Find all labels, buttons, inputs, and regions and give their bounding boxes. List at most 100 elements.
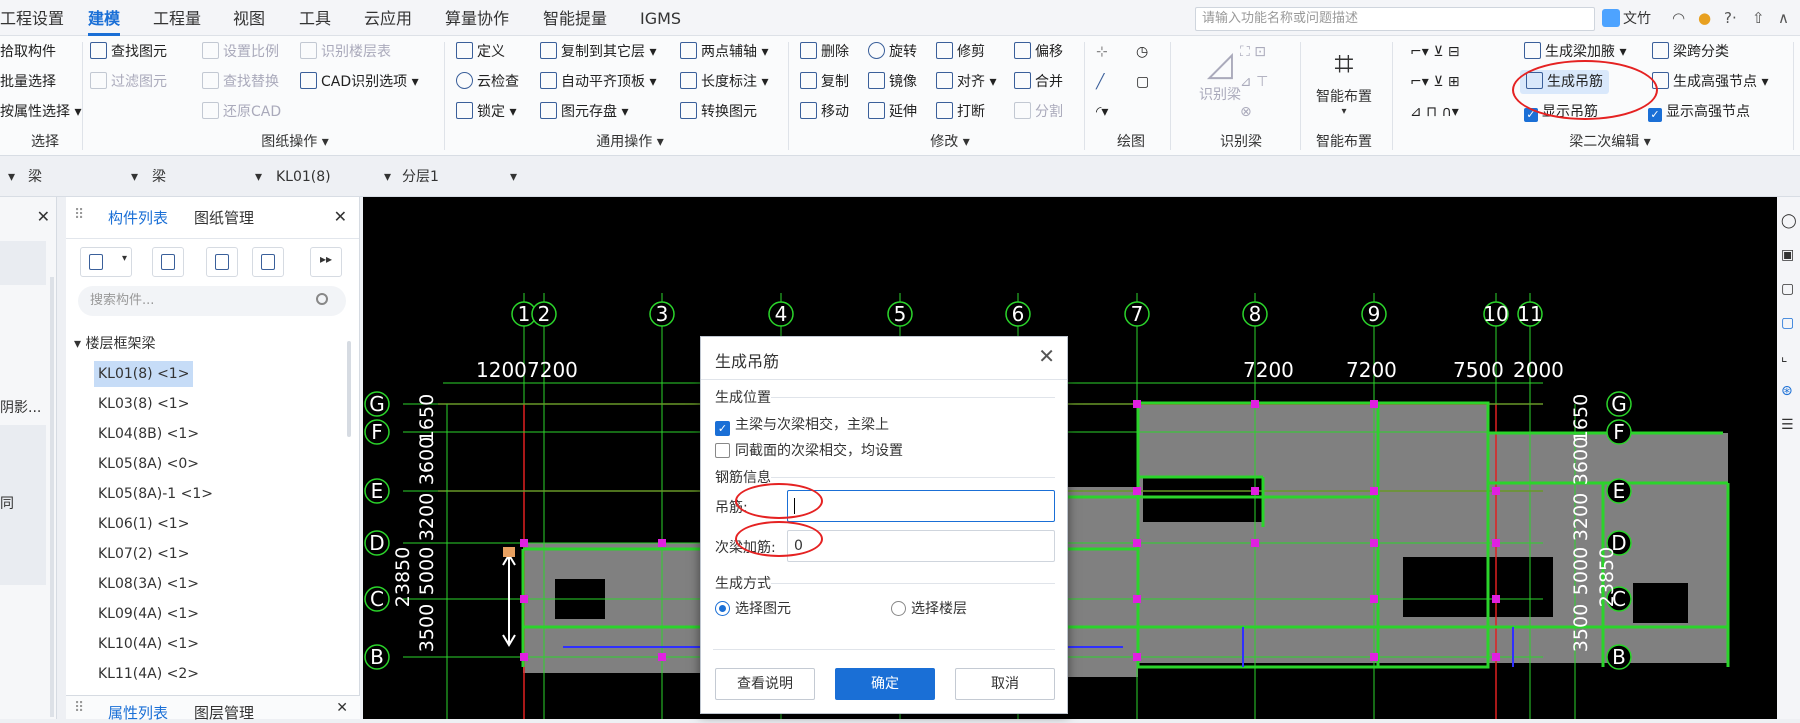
filter-element-button[interactable]: 过滤图元 (90, 70, 167, 94)
arc-draw-icon[interactable]: ◜▾ (1096, 100, 1108, 124)
view-icon-2[interactable]: ▢ (1781, 281, 1794, 297)
attribute-select-button[interactable]: 按属性选择 ▾ (0, 100, 81, 124)
split-button[interactable]: 分割 (1014, 100, 1063, 124)
cad-canvas[interactable]: 1234567891011GGFFEEDDCCBB120072002007200… (363, 197, 1777, 719)
offset-button[interactable]: 偏移 (1014, 40, 1063, 64)
auto-align-slab-button[interactable]: 自动平齐顶板 ▾ (540, 70, 656, 94)
user-account[interactable]: 文竹 (1602, 8, 1651, 30)
break-button[interactable]: 打断 (936, 100, 985, 124)
list-item[interactable]: KL06(1) <1> (94, 511, 193, 537)
option-same-section-checkbox[interactable]: 同截面的次梁相交，均设置 (715, 441, 903, 461)
find-element-button[interactable]: 查找图元 (90, 40, 167, 64)
pick-component-button[interactable]: 拾取构件 (0, 40, 56, 64)
restore-cad-button[interactable]: 还原CAD (202, 100, 281, 124)
list-item[interactable]: KL03(8) <1> (94, 391, 193, 417)
tab-collab[interactable]: 算量协作 (445, 0, 509, 36)
pin-icon[interactable]: ⇧ (1752, 9, 1765, 27)
headset-icon[interactable]: ◠ (1672, 9, 1685, 27)
scrollbar[interactable] (347, 341, 351, 437)
close-icon[interactable]: ✕ (37, 207, 50, 226)
list-item[interactable]: KL05(8A) <0> (94, 451, 203, 477)
circle-draw-icon[interactable]: ◷ (1136, 40, 1148, 64)
list-item[interactable]: KL08(3A) <1> (94, 571, 203, 597)
hanger-rebar-input[interactable] (787, 490, 1055, 522)
more-tools-button[interactable]: ▸▸ (310, 247, 342, 277)
recognize-tool-icon-1[interactable]: ⛶ ⊡ (1240, 40, 1266, 64)
delete-button[interactable]: 删除 (800, 40, 849, 64)
lock-button[interactable]: 锁定 ▾ (456, 100, 516, 124)
trim-button[interactable]: 修剪 (936, 40, 985, 64)
tab-component-list[interactable]: 构件列表 (108, 207, 168, 228)
tab-layer-management[interactable]: 图层管理 (194, 702, 254, 723)
view-icon-1[interactable]: ◯ (1781, 213, 1797, 229)
list-icon[interactable]: ☰ (1781, 417, 1794, 433)
ok-button[interactable]: 确定 (835, 668, 935, 700)
component-search-input[interactable]: 搜索构件... (78, 286, 346, 316)
tab-cloud[interactable]: 云应用 (364, 0, 412, 36)
line-draw-icon[interactable]: ╱ (1096, 70, 1104, 94)
two-point-aux-axis-button[interactable]: 两点辅轴 ▾ (680, 40, 768, 64)
tab-view[interactable]: 视图 (233, 0, 265, 36)
drag-handle-icon[interactable]: ⠿ (74, 700, 84, 716)
floor-type-dropdown[interactable]: 梁 ▾ (28, 165, 138, 189)
drag-handle-icon[interactable]: ⠿ (74, 207, 84, 223)
tab-drawing-management[interactable]: 图纸管理 (194, 207, 254, 228)
cloud-check-button[interactable]: 云检查 (456, 70, 519, 94)
component-name-dropdown[interactable]: KL01(8) ▾ (276, 165, 391, 189)
layer-dropdown[interactable]: 分层1 ▾ (402, 165, 517, 189)
rect-draw-icon[interactable]: ▢ (1136, 70, 1149, 94)
list-item[interactable]: KL11(4A) <2> (94, 661, 203, 687)
align-button[interactable]: 对齐 ▾ (936, 70, 996, 94)
component-type-dropdown[interactable]: 梁 ▾ (152, 165, 262, 189)
close-icon[interactable]: ✕ (336, 700, 348, 716)
tab-modeling[interactable]: 建模 (88, 0, 121, 36)
set-scale-button[interactable]: 设置比例 (202, 40, 279, 64)
copy-to-other-floor-button[interactable]: 复制到其它层 ▾ (540, 40, 656, 64)
list-item[interactable]: KL01(8) <1> (94, 361, 194, 387)
dropdown-arrow-icon[interactable]: ▾ (8, 165, 15, 189)
message-icon[interactable]: ● (1698, 9, 1711, 27)
delete-component-button[interactable] (206, 247, 238, 277)
copy-component-button[interactable] (152, 247, 184, 277)
method-select-element-radio[interactable]: 选择图元 (715, 599, 791, 619)
close-icon[interactable]: ✕ (334, 207, 347, 226)
smart-layout-button[interactable]: ⌗ 智能布置 ▾ (1306, 42, 1382, 117)
recognize-tool-icon-2[interactable]: ⊿ ⊤ (1240, 70, 1268, 94)
show-high-strength-node-checkbox[interactable]: ✓ 显示高强节点 (1648, 100, 1750, 124)
method-select-floor-radio[interactable]: 选择楼层 (891, 599, 967, 619)
beam-tool-icon-1[interactable]: ⌐▾ ⊻ ⊟ (1410, 40, 1460, 64)
view-icon-3[interactable]: ▢ (1781, 315, 1794, 331)
batch-select-button[interactable]: 批量选择 (0, 70, 56, 94)
view-icon-5[interactable]: ⊛ (1781, 383, 1793, 399)
list-item[interactable]: KL04(8B) <1> (94, 421, 203, 447)
recognize-tool-icon-3[interactable]: ⊗ (1240, 100, 1252, 124)
rotate-button[interactable]: 旋转 (868, 40, 917, 64)
save-element-button[interactable]: 图元存盘 ▾ (540, 100, 628, 124)
tab-igms[interactable]: IGMS (640, 0, 681, 36)
point-draw-icon[interactable]: ⊹ (1096, 40, 1108, 64)
merge-button[interactable]: 合并 (1014, 70, 1063, 94)
beam-tool-icon-3[interactable]: ⊿ ⊓ ∩▾ (1410, 100, 1459, 124)
help-icon[interactable]: ?· (1724, 9, 1737, 27)
recognize-floor-table-button[interactable]: 识别楼层表 (300, 40, 391, 64)
convert-element-button[interactable]: 转换图元 (680, 100, 757, 124)
extend-button[interactable]: 延伸 (868, 100, 917, 124)
new-component-button[interactable]: ▾ (80, 247, 132, 277)
list-item[interactable]: KL05(8A)-1 <1> (94, 481, 217, 507)
tab-project-settings[interactable]: 工程设置 (0, 0, 64, 36)
view-3d-icon[interactable]: ▣ (1781, 247, 1794, 263)
list-item[interactable]: KL09(4A) <1> (94, 601, 203, 627)
collapse-icon[interactable]: ∧ (1778, 9, 1789, 27)
scrollbar[interactable] (50, 277, 54, 717)
beam-tool-icon-2[interactable]: ⌐▾ ⊻ ⊞ (1410, 70, 1460, 94)
function-search-input[interactable]: 请输入功能名称或问题描述 (1195, 7, 1595, 31)
list-item[interactable]: KL07(2) <1> (94, 541, 193, 567)
move-button[interactable]: 移动 (800, 100, 849, 124)
find-replace-button[interactable]: 查找替换 (202, 70, 279, 94)
tab-quantity[interactable]: 工程量 (153, 0, 201, 36)
list-item[interactable]: KL10(4A) <1> (94, 631, 203, 657)
close-icon[interactable]: ✕ (1038, 344, 1055, 368)
view-help-button[interactable]: 查看说明 (715, 668, 815, 700)
length-dimension-button[interactable]: 长度标注 ▾ (680, 70, 768, 94)
tab-property-list[interactable]: 属性列表 (108, 702, 168, 723)
